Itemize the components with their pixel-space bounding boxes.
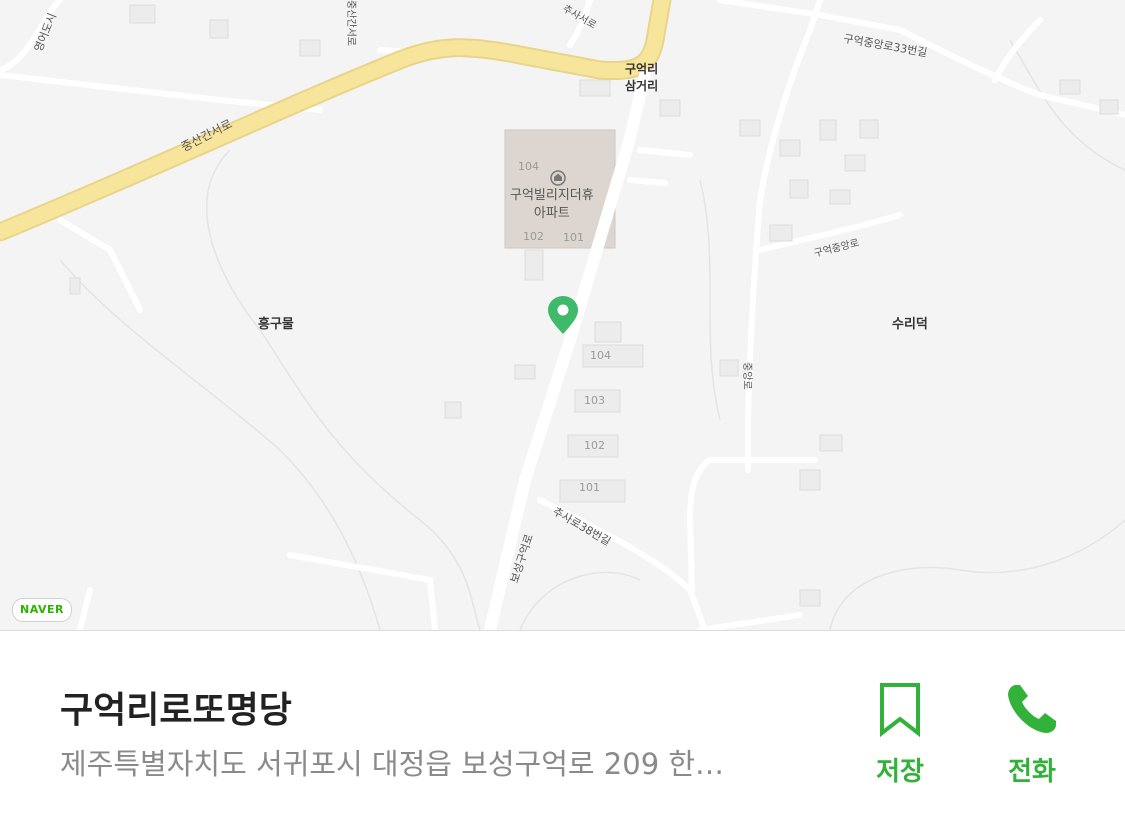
poi-name-line2: 아파트 xyxy=(533,206,570,221)
building-number: 104 xyxy=(518,160,539,173)
phone-icon xyxy=(1008,685,1056,733)
poi-name-line1: 구억빌리지더휴 xyxy=(510,188,594,203)
place-title[interactable]: 구억리로또명당 xyxy=(60,681,292,733)
poi-label[interactable]: 구억빌리지더휴 아파트 xyxy=(510,187,594,223)
building-number: 101 xyxy=(563,231,584,244)
place-address: 제주특별자치도 서귀포시 대정읍 보성구억로 209 한… xyxy=(60,747,725,781)
building-number: 104 xyxy=(590,349,611,362)
bookmark-icon xyxy=(880,683,920,738)
call-button[interactable]: 전화 xyxy=(982,679,1082,788)
road-label: 중앙로 xyxy=(741,362,752,390)
junction-label-line1: 구억리 xyxy=(625,62,659,76)
save-label: 저장 xyxy=(876,757,924,787)
junction-label-line2: 삼거리 xyxy=(625,79,659,93)
building-number: 102 xyxy=(523,230,544,243)
save-button[interactable]: 저장 xyxy=(850,679,950,788)
building-number: 101 xyxy=(579,481,600,494)
buildings xyxy=(69,4,1119,607)
naver-logo: NAVER xyxy=(12,598,72,622)
building-number: 102 xyxy=(584,439,605,452)
place-info-sheet: 구억리로또명당 제주특별자치도 서귀포시 대정읍 보성구억로 209 한… 저장… xyxy=(0,630,1125,823)
junction-label: 구억리 삼거리 xyxy=(625,61,658,95)
road-label: 중산간서로 xyxy=(345,0,356,46)
map-canvas xyxy=(0,0,1125,630)
call-label: 전화 xyxy=(1008,757,1056,787)
area-label-heunggumul: 흥구물 xyxy=(258,317,294,332)
area-label-suriduk: 수리덕 xyxy=(892,317,928,332)
map-view[interactable]: 흥구물 수리덕 구억리 삼거리 구억빌리지더휴 아파트 104 102 101 … xyxy=(0,0,1125,630)
building-number: 103 xyxy=(584,394,605,407)
